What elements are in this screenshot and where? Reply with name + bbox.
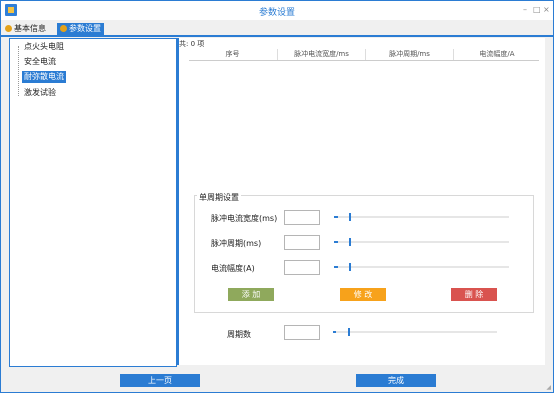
period-count-slider[interactable] — [333, 328, 497, 336]
column-header-pulse-period[interactable]: 脉冲周期/ms — [365, 49, 453, 60]
period-count-input[interactable] — [284, 325, 320, 340]
previous-page-button[interactable]: 上一页 — [120, 374, 200, 387]
column-header-current-amplitude[interactable]: 电流幅度/A — [453, 49, 540, 60]
pulse-table-header: 序号 脉冲电流宽度/ms 脉冲周期/ms 电流幅度/A — [189, 49, 539, 61]
period-count-label: 周期数 — [227, 330, 251, 339]
tab-basic-info[interactable]: 基本信息 — [2, 23, 49, 35]
group-title: 单周期设置 — [197, 192, 241, 203]
tree-item-ignition-resistance[interactable]: 点火头电阻 — [22, 41, 66, 53]
pulse-width-label: 脉冲电流宽度(ms) — [211, 214, 278, 223]
slider-fill — [334, 216, 338, 218]
tree-item-safety-current[interactable]: 安全电流 — [22, 56, 58, 68]
settings-icon — [60, 25, 67, 32]
pulse-period-label: 脉冲周期(ms) — [211, 239, 262, 248]
pulse-width-input[interactable] — [284, 210, 320, 225]
pulse-period-input[interactable] — [284, 235, 320, 250]
edit-button[interactable]: 修 改 — [340, 288, 386, 301]
tab-bar: 基本信息 参数设置 — [1, 22, 553, 37]
maximize-icon[interactable]: □ — [533, 5, 541, 14]
pulse-width-slider[interactable] — [334, 213, 509, 221]
window-title: 参数设置 — [258, 8, 295, 18]
column-header-pulse-width[interactable]: 脉冲电流宽度/ms — [277, 49, 365, 60]
resize-grip-icon[interactable]: ◢ — [546, 384, 551, 391]
current-amplitude-slider[interactable] — [334, 263, 509, 271]
add-button[interactable]: 添 加 — [228, 288, 274, 301]
slider-thumb[interactable] — [349, 213, 351, 221]
tab-label: 参数设置 — [69, 24, 101, 33]
slider-thumb[interactable] — [349, 263, 351, 271]
slider-fill — [333, 331, 337, 333]
tab-label: 基本信息 — [14, 24, 46, 33]
settings-icon — [5, 25, 12, 32]
tree-item-stray-current[interactable]: 耐弥散电流 — [22, 71, 66, 83]
tree-item-firing-test[interactable]: 激发试验 — [22, 87, 58, 99]
finish-button[interactable]: 完成 — [356, 374, 436, 387]
slider-thumb[interactable] — [348, 328, 350, 336]
slider-fill — [334, 241, 338, 243]
item-count: 共: 0 项 — [179, 40, 205, 48]
current-amplitude-input[interactable] — [284, 260, 320, 275]
slider-thumb[interactable] — [349, 238, 351, 246]
title-bar[interactable]: 参数设置 – □ × — [1, 1, 553, 20]
tab-parameter-settings[interactable]: 参数设置 — [57, 23, 104, 35]
slider-fill — [334, 266, 338, 268]
main-window: 参数设置 – □ × 基本信息 参数设置 点火头电阻 安全电流 耐弥散电流 激发… — [0, 0, 554, 393]
column-header-index[interactable]: 序号 — [189, 49, 276, 60]
delete-button[interactable]: 删 除 — [451, 288, 497, 301]
pulse-period-slider[interactable] — [334, 238, 509, 246]
test-tree: 点火头电阻 安全电流 耐弥散电流 激发试验 — [9, 38, 177, 367]
parameter-panel: 共: 0 项 序号 脉冲电流宽度/ms 脉冲周期/ms 电流幅度/A 单周期设置… — [179, 38, 545, 365]
close-icon[interactable]: × — [543, 5, 550, 14]
tree-connector — [18, 46, 20, 96]
single-period-group: 单周期设置 脉冲电流宽度(ms) 脉冲周期(ms) 电流幅度(A) 添 加 修 … — [194, 192, 534, 313]
current-amplitude-label: 电流幅度(A) — [211, 264, 255, 273]
minimize-icon[interactable]: – — [523, 5, 527, 14]
